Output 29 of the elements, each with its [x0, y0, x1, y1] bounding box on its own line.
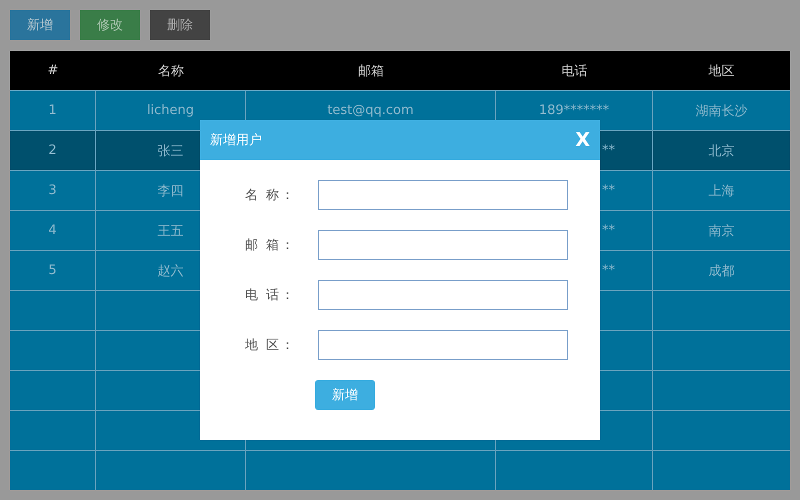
table-cell: 2: [10, 131, 95, 170]
field-label: 地 区：: [244, 337, 296, 354]
table-cell: 成都: [653, 251, 790, 290]
field-label: 名 称：: [244, 187, 296, 204]
table-cell: 南京: [653, 211, 790, 250]
table-cell: 北京: [653, 131, 790, 170]
input-field[interactable]: [318, 180, 568, 210]
toolbar-button[interactable]: 删除: [150, 10, 210, 40]
submit-button[interactable]: 新增: [315, 380, 375, 410]
toolbar-button[interactable]: 修改: [80, 10, 140, 40]
table-cell: 3: [10, 171, 95, 210]
column-header: 邮箱: [357, 62, 385, 80]
table-cell: licheng: [96, 91, 245, 130]
table-cell: 5: [10, 251, 95, 290]
close-button[interactable]: X: [575, 130, 590, 150]
table-cell: 湖南长沙: [653, 91, 790, 130]
table-cell: 4: [10, 211, 95, 250]
column-header: 地区: [708, 62, 736, 80]
input-field[interactable]: [318, 330, 568, 360]
table-cell: 上海: [653, 171, 790, 210]
input-field[interactable]: [318, 230, 568, 260]
table-cell: 1: [10, 91, 95, 130]
column-header: 电话: [560, 62, 588, 80]
toolbar-button[interactable]: 新增: [10, 10, 70, 40]
input-field[interactable]: [318, 280, 568, 310]
column-header: 名称: [157, 62, 185, 80]
field-label: 邮 箱：: [244, 237, 296, 254]
column-header: #: [46, 62, 60, 80]
field-label: 电 话：: [244, 287, 296, 304]
